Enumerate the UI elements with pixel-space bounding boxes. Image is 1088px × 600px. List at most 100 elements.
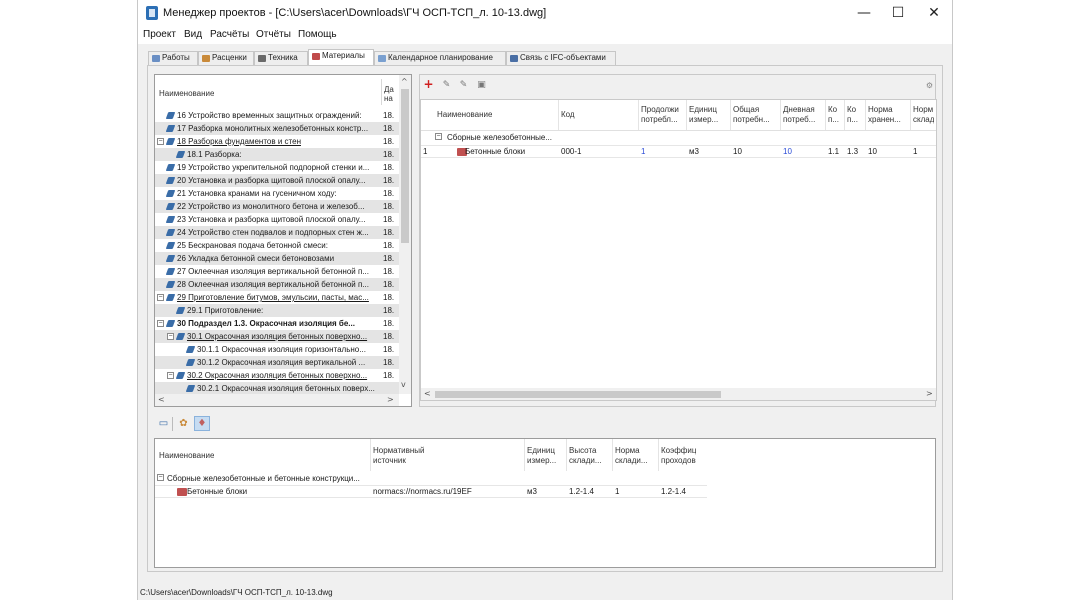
storage-grid-header: Наименование Нормативный источник Единиц изм… <box>155 439 935 471</box>
group-expander-icon[interactable]: − <box>157 474 164 481</box>
tree-horizontal-scrollbar[interactable]: < > <box>155 394 399 406</box>
column-header-line: Ко <box>847 105 857 114</box>
tree-item-label: 19 Устройство укрепительной подпорной ст… <box>177 163 370 172</box>
storage-grid[interactable]: Наименование Нормативный источник Единиц изм… <box>154 438 936 568</box>
materials-column-header[interactable]: Продолжи потребл... <box>641 105 679 125</box>
scroll-right-icon[interactable]: > <box>926 389 933 399</box>
menu-reports[interactable]: Отчёты <box>256 29 291 40</box>
materials-horizontal-scrollbar[interactable]: < > <box>421 388 936 400</box>
tab-works[interactable]: Работы <box>148 51 198 65</box>
scroll-thumb[interactable] <box>435 391 721 398</box>
tree-item-label: 23 Установка и разборка щитовой плоской … <box>177 215 366 224</box>
tree-expander-icon[interactable]: − <box>167 333 174 340</box>
materials-column-header[interactable]: Наименование <box>437 110 492 120</box>
materials-column-header[interactable]: Код <box>561 110 575 120</box>
tree-expander-icon[interactable]: − <box>157 294 164 301</box>
delete-icon[interactable]: ▣ <box>476 80 487 91</box>
tree-item[interactable]: 20 Установка и разборка щитовой плоской … <box>155 174 399 187</box>
tree-expander-icon[interactable]: − <box>157 138 164 145</box>
tab-machinery[interactable]: Техника <box>254 51 308 65</box>
tree-item-date: 18. <box>383 241 395 250</box>
tree-item[interactable]: 17 Разборка монолитных железобетонных ко… <box>155 122 399 135</box>
tab-materials[interactable]: Материалы <box>308 49 374 65</box>
tree-item[interactable]: 22 Устройство из монолитного бетона и же… <box>155 200 399 213</box>
menu-help[interactable]: Помощь <box>298 29 337 40</box>
tree-item-label: 17 Разборка монолитных железобетонных ко… <box>177 124 369 133</box>
materials-column-header[interactable]: Ко п... <box>828 105 839 125</box>
work-tree-panel[interactable]: Наименование Да на 16 Устройство временн… <box>154 74 412 407</box>
tree-item[interactable]: 24 Устройство стен подвалов и подпорных … <box>155 226 399 239</box>
maximize-icon[interactable]: ☐ <box>880 0 916 26</box>
tab-rates[interactable]: Расценки <box>198 51 254 65</box>
work-item-icon <box>175 372 186 379</box>
tab-ifc[interactable]: Связь с IFC-объектами <box>506 51 616 65</box>
column-divider <box>524 439 525 471</box>
tree-item[interactable]: 19 Устройство укрепительной подпорной ст… <box>155 161 399 174</box>
menu-view[interactable]: Вид <box>184 29 202 40</box>
tree-item[interactable]: − 30.2 Окрасочная изоляция бетонных повер… <box>155 369 399 382</box>
tree-item[interactable]: 27 Оклеечная изоляция вертикальной бетон… <box>155 265 399 278</box>
tree-item[interactable]: 26 Укладка бетонной смеси бетоновозами 18… <box>155 252 399 265</box>
tree-item[interactable]: 30.1.2 Окрасочная изоляция вертикальной … <box>155 356 399 369</box>
settings-icon[interactable]: ⚙ <box>924 80 935 91</box>
storage-column-header[interactable]: Наименование <box>159 451 214 461</box>
edit-icon[interactable]: ✎ <box>441 80 452 91</box>
storage-column-header[interactable]: Коэффиц проходов <box>661 446 696 466</box>
storage-column-header[interactable]: Норма склади... <box>615 446 648 466</box>
scroll-down-icon[interactable]: v <box>401 380 406 390</box>
tree-item[interactable]: − 30 Подраздел 1.3. Окрасочная изоляция б… <box>155 317 399 330</box>
scroll-left-icon[interactable]: < <box>424 389 431 399</box>
tree-vertical-scrollbar[interactable]: ^ v <box>399 75 411 394</box>
storage-icon[interactable]: ♦ <box>194 416 210 431</box>
copy-icon[interactable]: ✎ <box>458 80 469 91</box>
materials-column-header[interactable]: Норма хранен... <box>868 105 901 125</box>
scroll-thumb[interactable] <box>401 89 409 243</box>
storage-column-header[interactable]: Высота склади... <box>569 446 602 466</box>
material-k2: 1.3 <box>847 147 859 156</box>
tree-item-label: 26 Укладка бетонной смеси бетоновозами <box>177 254 335 263</box>
materials-column-header[interactable]: Норм склад <box>913 105 934 125</box>
table-row[interactable]: 1 Бетонные блоки 000-1 1 м3 10 10 1.1 1.… <box>421 145 936 158</box>
menu-calculations[interactable]: Расчёты <box>210 29 249 40</box>
tree-item[interactable]: 28 Оклеечная изоляция вертикальной бетон… <box>155 278 399 291</box>
tab-calendar[interactable]: Календарное планирование <box>374 51 506 65</box>
tree-item[interactable]: − 18 Разборка фундаментов и стен 18. <box>155 135 399 148</box>
tree-item[interactable]: 18.1 Разборка: 18. <box>155 148 399 161</box>
tree-item[interactable]: 25 Бескрановая подача бетонной смеси: 18. <box>155 239 399 252</box>
table-row[interactable]: Бетонные блоки normacs://normacs.ru/19EF… <box>155 485 707 498</box>
tree-expander-icon[interactable]: − <box>157 320 164 327</box>
group-expander-icon[interactable]: − <box>435 133 442 140</box>
column-header-line: Коэффиц <box>661 446 697 455</box>
tree-item[interactable]: 21 Установка кранами на гусеничном ходу:… <box>155 187 399 200</box>
tree-item[interactable]: − 29 Приготовление битумов, эмульсии, пас… <box>155 291 399 304</box>
materials-column-header[interactable]: Единиц измер... <box>689 105 718 125</box>
storage-column-header[interactable]: Нормативный источник <box>373 446 424 466</box>
tree-expander-icon[interactable]: − <box>167 372 174 379</box>
tree-item-date: 18. <box>383 280 395 289</box>
tree-header-name[interactable]: Наименование <box>159 89 214 99</box>
tree-item-label: 16 Устройство временных защитных огражде… <box>177 111 362 120</box>
scroll-left-icon[interactable]: < <box>158 395 165 405</box>
materials-grid[interactable]: Наименование Код Продолжи потребл... Единиц и… <box>420 99 937 401</box>
tab-label: Связь с IFC-объектами <box>520 53 606 62</box>
close-icon[interactable]: ✕ <box>916 0 952 26</box>
tree-item[interactable]: 29.1 Приготовление: 18. <box>155 304 399 317</box>
tree-item[interactable]: − 30.1 Окрасочная изоляция бетонных повер… <box>155 330 399 343</box>
minimize-icon[interactable]: — <box>846 0 882 26</box>
tree-header-date-2[interactable]: на <box>384 94 393 104</box>
scroll-up-icon[interactable]: ^ <box>401 77 408 87</box>
tree-item[interactable]: 16 Устройство временных защитных огражде… <box>155 109 399 122</box>
table-icon[interactable]: ▭ <box>158 418 169 429</box>
materials-column-header[interactable]: Дневная потреб... <box>783 105 815 125</box>
storage-coef: 1.2-1.4 <box>661 487 686 496</box>
storage-column-header[interactable]: Единиц измер... <box>527 446 556 466</box>
tree-item[interactable]: 30.1.1 Окрасочная изоляция горизонтально… <box>155 343 399 356</box>
paint-icon[interactable]: ✿ <box>178 418 189 429</box>
menu-project[interactable]: Проект <box>143 29 176 40</box>
window-title: Менеджер проектов - [C:\Users\acer\Downl… <box>163 7 547 19</box>
materials-column-header[interactable]: Общая потребн... <box>733 105 770 125</box>
tree-item[interactable]: 23 Установка и разборка щитовой плоской … <box>155 213 399 226</box>
scroll-right-icon[interactable]: > <box>387 395 394 405</box>
materials-column-header[interactable]: Ко п... <box>847 105 858 125</box>
add-icon[interactable]: + <box>423 78 434 90</box>
